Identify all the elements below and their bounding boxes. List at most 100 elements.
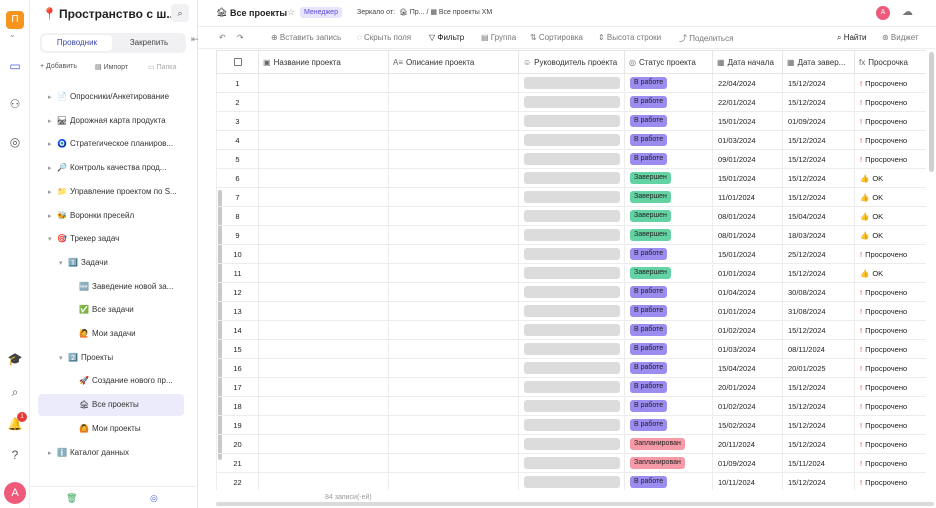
end-date-cell[interactable]: 15/12/2024 [782, 263, 855, 283]
table-row[interactable]: 20 Запланирован 20/11/2024 15/12/2024! Проср… [216, 434, 926, 454]
project-description-cell[interactable] [388, 149, 519, 169]
project-description-cell[interactable] [388, 358, 519, 378]
project-name-cell[interactable] [258, 453, 389, 473]
project-description-cell[interactable] [388, 168, 519, 188]
column-header[interactable]: ▦ Дата завер... [782, 50, 855, 74]
view-title[interactable]: Все проекты [230, 8, 287, 18]
expand-arrow-icon[interactable]: ▸ [48, 134, 56, 155]
expand-arrow-icon[interactable]: ▾ [59, 253, 67, 274]
add-button[interactable]: + Добавить [40, 63, 77, 70]
planet-icon[interactable]: ◎ [7, 134, 23, 150]
start-date-cell[interactable]: 01/03/2024 [712, 339, 783, 359]
sidebar-item[interactable]: ▸ 🔎 Контроль качества прод... [38, 157, 184, 179]
status-cell[interactable]: В работе [624, 320, 713, 340]
status-cell[interactable]: Завершен [624, 263, 713, 283]
project-name-cell[interactable] [258, 187, 389, 207]
project-manager-cell[interactable] [518, 111, 625, 131]
start-date-cell[interactable]: 15/01/2024 [712, 111, 783, 131]
workspace-button[interactable]: П [6, 11, 24, 29]
status-cell[interactable]: Завершен [624, 206, 713, 226]
trash-icon[interactable]: 🗑 [66, 493, 77, 504]
users-icon[interactable]: ⚇ [7, 96, 23, 112]
sidebar-item[interactable]: 🙋 Мои задачи [38, 323, 184, 345]
widget-button[interactable]: ⊛ Виджет [882, 33, 919, 42]
table-row[interactable]: 7 Завершен 11/01/2024 15/12/2024 👍 OK [216, 187, 926, 207]
project-manager-cell[interactable] [518, 339, 625, 359]
table-row[interactable]: 22 В работе 10/11/2024 15/12/2024! Просрочен… [216, 472, 926, 490]
project-manager-cell[interactable] [518, 434, 625, 454]
table-row[interactable]: 9 Завершен 08/01/2024 18/03/2024 👍 OK [216, 225, 926, 245]
status-cell[interactable]: В работе [624, 92, 713, 112]
sidebar-item[interactable]: ▾ 🎯 Трекер задач [38, 228, 184, 250]
project-name-cell[interactable] [258, 225, 389, 245]
end-date-cell[interactable]: 31/08/2024 [782, 301, 855, 321]
project-description-cell[interactable] [388, 472, 519, 490]
end-date-cell[interactable]: 15/12/2024 [782, 187, 855, 207]
end-date-cell[interactable]: 08/11/2024 [782, 339, 855, 359]
project-name-cell[interactable] [258, 73, 389, 93]
end-date-cell[interactable]: 15/12/2024 [782, 149, 855, 169]
end-date-cell[interactable]: 15/12/2024 [782, 472, 855, 490]
end-date-cell[interactable]: 15/12/2024 [782, 130, 855, 150]
start-date-cell[interactable]: 09/01/2024 [712, 149, 783, 169]
column-header[interactable]: ◎ Статус проекта [624, 50, 713, 74]
status-cell[interactable]: В работе [624, 377, 713, 397]
column-header[interactable]: ▦ Дата начала [712, 50, 783, 74]
end-date-cell[interactable]: 15/12/2024 [782, 168, 855, 188]
end-date-cell[interactable]: 15/12/2024 [782, 92, 855, 112]
chevron-down-icon[interactable]: ⌄ [9, 30, 16, 39]
project-manager-cell[interactable] [518, 244, 625, 264]
project-name-cell[interactable] [258, 301, 389, 321]
select-all-checkbox[interactable] [233, 58, 242, 67]
project-description-cell[interactable] [388, 434, 519, 454]
end-date-cell[interactable]: 15/12/2024 [782, 320, 855, 340]
monitor-icon[interactable]: ▭ [7, 58, 23, 74]
table-row[interactable]: 18 В работе 01/02/2024 15/12/2024! Просрочен… [216, 396, 926, 416]
project-manager-cell[interactable] [518, 320, 625, 340]
table-row[interactable]: 4 В работе 01/03/2024 15/12/2024! Просрочено [216, 130, 926, 150]
sidebar-item[interactable]: ▸ 📄 Опросники/Анкетирование [38, 86, 184, 108]
status-cell[interactable]: В работе [624, 111, 713, 131]
filter-button[interactable]: ▽ Фильтр [429, 33, 464, 42]
project-description-cell[interactable] [388, 244, 519, 264]
expand-arrow-icon[interactable]: ▸ [48, 182, 56, 203]
project-description-cell[interactable] [388, 187, 519, 207]
project-manager-cell[interactable] [518, 301, 625, 321]
start-date-cell[interactable]: 15/01/2024 [712, 168, 783, 188]
help-icon[interactable]: ? [7, 447, 23, 463]
start-date-cell[interactable]: 01/01/2024 [712, 301, 783, 321]
group-button[interactable]: ▤ Группа [481, 33, 516, 42]
project-description-cell[interactable] [388, 263, 519, 283]
start-date-cell[interactable]: 11/01/2024 [712, 187, 783, 207]
table-row[interactable]: 17 В работе 20/01/2024 15/12/2024! Просрочен… [216, 377, 926, 397]
project-name-cell[interactable] [258, 339, 389, 359]
end-date-cell[interactable]: 15/12/2024 [782, 434, 855, 454]
table-row[interactable]: 14 В работе 01/02/2024 15/12/2024! Просрочен… [216, 320, 926, 340]
column-header[interactable]: ▣ Название проекта [258, 50, 389, 74]
share-button[interactable]: ⤴ Поделиться [679, 33, 733, 44]
project-manager-cell[interactable] [518, 396, 625, 416]
project-name-cell[interactable] [258, 472, 389, 490]
project-name-cell[interactable] [258, 111, 389, 131]
vertical-scrollbar[interactable] [929, 52, 934, 172]
start-date-cell[interactable]: 01/04/2024 [712, 282, 783, 302]
project-manager-cell[interactable] [518, 149, 625, 169]
project-description-cell[interactable] [388, 377, 519, 397]
status-cell[interactable]: В работе [624, 301, 713, 321]
table-row[interactable]: 12 В работе 01/04/2024 30/08/2024! Просрочен… [216, 282, 926, 302]
expand-arrow-icon[interactable]: ▸ [48, 206, 56, 227]
expand-arrow-icon[interactable]: ▸ [48, 158, 56, 179]
row-height-button[interactable]: ⇕ Высота строки [598, 33, 661, 42]
project-name-cell[interactable] [258, 282, 389, 302]
find-button[interactable]: ⌕ Найти [837, 33, 867, 43]
project-name-cell[interactable] [258, 263, 389, 283]
project-description-cell[interactable] [388, 92, 519, 112]
project-manager-cell[interactable] [518, 73, 625, 93]
search-icon[interactable]: ⌕ [7, 384, 23, 400]
project-description-cell[interactable] [388, 453, 519, 473]
status-cell[interactable]: Завершен [624, 225, 713, 245]
sidebar-item[interactable]: ▸ 🛤 Дорожная карта продукта [38, 110, 184, 132]
expand-arrow-icon[interactable]: ▸ [48, 87, 56, 108]
end-date-cell[interactable]: 01/09/2024 [782, 111, 855, 131]
table-row[interactable]: 8 Завершен 08/01/2024 15/04/2024 👍 OK [216, 206, 926, 226]
